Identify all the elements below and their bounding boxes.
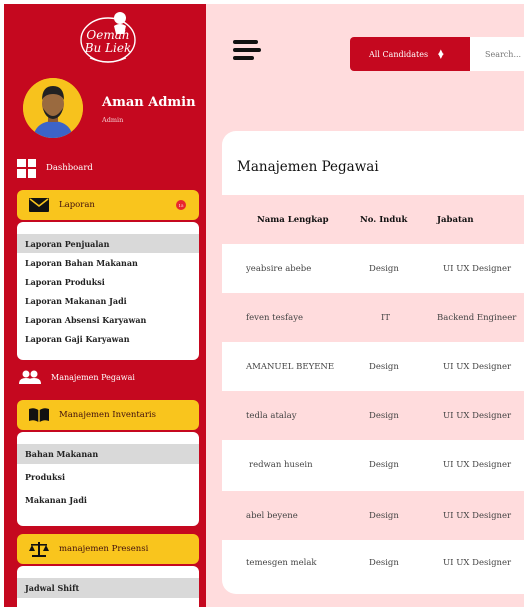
sort-arrows-icon: ▲ ▼ <box>438 48 444 60</box>
laporan-submenu: Laporan Penjualan Laporan Bahan Makanan … <box>17 222 199 360</box>
cell-nama: tedla atalay <box>246 410 297 421</box>
cell-nama: abel beyene <box>246 510 298 521</box>
cell-jabatan: UI UX Designer <box>443 557 512 568</box>
avatar <box>23 78 83 138</box>
table-row[interactable]: temesgen melak Design UI UX Designer <box>222 538 524 587</box>
cell-nama: AMANUEL BEYENE <box>246 361 335 372</box>
dashboard-grid-icon <box>17 158 36 178</box>
cell-jabatan: UI UX Designer <box>443 361 512 372</box>
submenu-item-bahan-makanan[interactable]: Bahan Makanan <box>17 444 199 464</box>
column-header-jabatan[interactable]: Jabatan <box>437 195 474 244</box>
users-icon <box>19 370 41 384</box>
cell-no-induk: Design <box>369 557 399 568</box>
manajemen-pegawai-label: Manajemen Pegawai <box>51 372 135 382</box>
submenu-item-laporan-makanan-jadi[interactable]: Laporan Makanan Jadi <box>17 291 199 310</box>
cell-jabatan: Backend Engineer <box>437 312 517 323</box>
submenu-item-laporan-gaji[interactable]: Laporan Gaji Karyawan <box>17 329 199 348</box>
cell-no-induk: Design <box>369 510 399 521</box>
sidebar: Oemah Bu Liek Aman Admin Admin Dashboard <box>4 4 206 607</box>
submenu-item-laporan-penjualan[interactable]: Laporan Penjualan <box>17 234 199 253</box>
sidebar-item-manajemen-inventaris[interactable]: Manajemen Inventaris <box>17 400 199 430</box>
submenu-item-produksi[interactable]: Produksi <box>17 464 199 490</box>
submenu-item-daftar-presensi[interactable]: Daftar Presensi <box>17 598 199 607</box>
profile-role: Admin <box>102 116 124 124</box>
sidebar-item-laporan[interactable]: Laporan 15 <box>17 190 199 220</box>
column-header-nama[interactable]: Nama Lengkap <box>257 195 329 244</box>
cell-no-induk: Design <box>369 361 399 372</box>
cell-jabatan: UI UX Designer <box>443 459 512 470</box>
book-icon <box>29 408 49 422</box>
cell-jabatan: UI UX Designer <box>443 510 512 521</box>
profile-name: Aman Admin <box>102 95 196 110</box>
cell-nama: redwan husein <box>249 459 313 470</box>
cell-no-induk: IT <box>381 312 391 323</box>
cell-jabatan: UI UX Designer <box>443 263 512 274</box>
employee-table-card: Manajemen Pegawai Nama Lengkap No. Induk… <box>222 131 524 594</box>
page-title: Manajemen Pegawai <box>237 159 379 175</box>
submenu-item-makanan-jadi[interactable]: Makanan Jadi <box>17 490 199 510</box>
cell-no-induk: Design <box>369 459 399 470</box>
sidebar-item-dashboard[interactable]: Dashboard <box>17 156 197 180</box>
submenu-item-laporan-produksi[interactable]: Laporan Produksi <box>17 272 199 291</box>
candidates-filter-select[interactable]: All Candidates ▲ ▼ <box>350 37 470 71</box>
table-row[interactable]: feven tesfaye IT Backend Engineer <box>222 293 524 342</box>
manajemen-inventaris-label: Manajemen Inventaris <box>59 410 157 420</box>
table-row[interactable]: tedla atalay Design UI UX Designer <box>222 391 524 440</box>
table-row[interactable]: redwan husein Design UI UX Designer <box>222 440 524 489</box>
submenu-item-jadwal-shift[interactable]: Jadwal Shift <box>17 578 199 598</box>
cell-no-induk: Design <box>369 410 399 421</box>
laporan-label: Laporan <box>59 200 95 210</box>
table-row[interactable]: abel beyene Design UI UX Designer <box>222 491 524 540</box>
sidebar-item-manajemen-pegawai[interactable]: Manajemen Pegawai <box>17 365 199 389</box>
menu-toggle-icon[interactable] <box>233 40 261 62</box>
cell-no-induk: Design <box>369 263 399 274</box>
inventaris-submenu: Bahan Makanan Produksi Makanan Jadi <box>17 432 199 526</box>
mail-icon <box>29 198 49 212</box>
submenu-item-laporan-bahan-makanan[interactable]: Laporan Bahan Makanan <box>17 253 199 272</box>
filter-label: All Candidates <box>369 49 429 59</box>
user-profile[interactable]: Aman Admin Admin <box>23 78 203 140</box>
scale-icon <box>29 541 49 557</box>
svg-text:Oemah: Oemah <box>86 28 129 42</box>
table-row[interactable]: AMANUEL BEYENE Design UI UX Designer <box>222 342 524 391</box>
search-input[interactable] <box>470 37 524 71</box>
cell-nama: feven tesfaye <box>246 312 304 323</box>
sidebar-item-manajemen-presensi[interactable]: manajemen Presensi <box>17 534 199 564</box>
table-row[interactable]: yeabsire abebe Design UI UX Designer <box>222 244 524 293</box>
cell-nama: temesgen melak <box>246 557 317 568</box>
cell-jabatan: UI UX Designer <box>443 410 512 421</box>
cell-nama: yeabsire abebe <box>246 263 312 274</box>
dashboard-label: Dashboard <box>46 163 93 173</box>
manajemen-presensi-label: manajemen Presensi <box>59 544 149 554</box>
column-header-no-induk[interactable]: No. Induk <box>360 195 407 244</box>
svg-text:Bu Liek: Bu Liek <box>84 41 132 55</box>
brand-logo[interactable]: Oemah Bu Liek <box>76 6 140 68</box>
notification-badge: 15 <box>176 200 186 210</box>
submenu-item-laporan-absensi[interactable]: Laporan Absensi Karyawan <box>17 310 199 329</box>
table-header-row: Nama Lengkap No. Induk Jabatan <box>222 195 524 244</box>
presensi-submenu: Jadwal Shift Daftar Presensi <box>17 566 199 607</box>
